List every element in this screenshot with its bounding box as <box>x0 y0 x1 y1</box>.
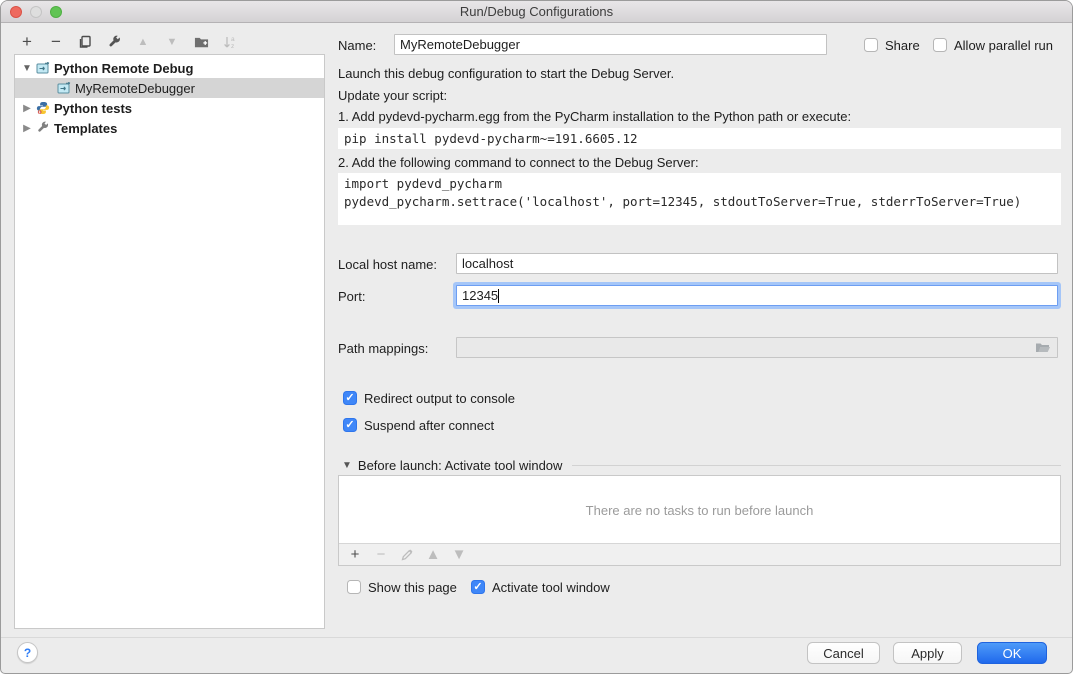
name-label: Name: <box>338 38 376 53</box>
pip-install-command: pip install pydevd-pycharm~=191.6605.12 <box>338 128 1061 149</box>
wrench-icon <box>36 121 50 135</box>
local-host-name-label: Local host name: <box>338 257 437 272</box>
checkbox-box[interactable] <box>864 38 878 52</box>
svg-text:z: z <box>231 43 234 50</box>
before-launch-header[interactable]: ▼ Before launch: Activate tool window <box>342 458 1061 473</box>
move-up-icon[interactable]: ▲ <box>425 547 441 563</box>
settrace-code-snippet: import pydevd_pycharm pydevd_pycharm.set… <box>338 173 1061 225</box>
before-launch-toolbar: + − ▲ ▼ <box>339 543 1060 565</box>
checkbox-box[interactable] <box>471 580 485 594</box>
suspend-after-connect-checkbox-label: Suspend after connect <box>364 418 494 433</box>
instruction-line-2: Update your script: <box>338 88 447 103</box>
move-down-icon[interactable]: ▼ <box>164 34 180 50</box>
copy-icon[interactable] <box>77 34 93 50</box>
instruction-line-1: Launch this debug configuration to start… <box>338 66 674 81</box>
tree-item-python-tests[interactable]: ▶ Python tests <box>15 98 324 118</box>
apply-button[interactable]: Apply <box>893 642 962 664</box>
redirect-output-checkbox-label: Redirect output to console <box>364 391 515 406</box>
configurations-toolbar: + − ▲ ▼ az <box>19 32 238 52</box>
new-folder-icon[interactable] <box>193 34 209 50</box>
path-mappings-input[interactable] <box>456 337 1058 358</box>
name-input[interactable] <box>394 34 827 55</box>
share-checkbox-label: Share <box>885 38 920 53</box>
tree-item-label: Templates <box>54 121 117 136</box>
show-this-page-checkbox-label: Show this page <box>368 580 457 595</box>
activate-tool-window-checkbox-label: Activate tool window <box>492 580 610 595</box>
chevron-expanded-icon[interactable]: ▼ <box>21 63 33 74</box>
ok-button[interactable]: OK <box>977 642 1047 664</box>
sort-alphabetically-icon[interactable]: az <box>222 34 238 50</box>
tree-item-myremotedebugger[interactable]: MyRemoteDebugger <box>15 78 324 98</box>
code-line-2: pydevd_pycharm.settrace('localhost', por… <box>344 194 1021 209</box>
tree-item-python-remote-debug[interactable]: ▼ Python Remote Debug <box>15 58 324 78</box>
move-up-icon[interactable]: ▲ <box>135 34 151 50</box>
python-icon <box>36 101 50 115</box>
question-mark-icon: ? <box>24 646 31 660</box>
allow-parallel-run-checkbox[interactable]: Allow parallel run <box>933 37 1053 53</box>
show-this-page-checkbox[interactable]: Show this page <box>347 579 457 595</box>
remote-debug-config-icon <box>36 61 50 75</box>
local-host-name-input[interactable] <box>456 253 1058 274</box>
browse-folder-icon[interactable] <box>1035 341 1051 358</box>
tree-item-label: Python Remote Debug <box>54 61 193 76</box>
port-input[interactable] <box>456 285 1058 306</box>
suspend-after-connect-checkbox[interactable]: Suspend after connect <box>343 417 494 433</box>
window-title: Run/Debug Configurations <box>1 4 1072 19</box>
activate-tool-window-checkbox[interactable]: Activate tool window <box>471 579 610 595</box>
add-icon[interactable]: + <box>19 34 35 50</box>
move-down-icon[interactable]: ▼ <box>451 547 467 563</box>
checkbox-box[interactable] <box>343 391 357 405</box>
chevron-collapsed-icon[interactable]: ▶ <box>21 103 33 114</box>
tree-item-label: MyRemoteDebugger <box>75 81 195 96</box>
cancel-button[interactable]: Cancel <box>807 642 880 664</box>
instruction-step-2: 2. Add the following command to connect … <box>338 155 699 170</box>
edit-icon[interactable] <box>399 547 415 563</box>
share-checkbox[interactable]: Share <box>864 37 920 53</box>
redirect-output-checkbox[interactable]: Redirect output to console <box>343 390 515 406</box>
remove-icon[interactable]: − <box>48 34 64 50</box>
help-button[interactable]: ? <box>17 642 38 663</box>
divider <box>572 465 1061 466</box>
before-launch-task-list: There are no tasks to run before launch … <box>338 475 1061 566</box>
code-line-1: import pydevd_pycharm <box>344 176 502 191</box>
tree-item-label: Python tests <box>54 101 132 116</box>
remote-debug-config-icon <box>57 81 71 95</box>
before-launch-title: Before launch: Activate tool window <box>358 458 563 473</box>
path-mappings-label: Path mappings: <box>338 341 428 356</box>
add-icon[interactable]: + <box>347 547 363 563</box>
checkbox-box[interactable] <box>347 580 361 594</box>
port-label: Port: <box>338 289 365 304</box>
chevron-expanded-icon[interactable]: ▼ <box>342 460 352 471</box>
edit-defaults-wrench-icon[interactable] <box>106 34 122 50</box>
text-cursor <box>498 289 499 303</box>
tree-item-templates[interactable]: ▶ Templates <box>15 118 324 138</box>
chevron-collapsed-icon[interactable]: ▶ <box>21 123 33 134</box>
instruction-step-1: 1. Add pydevd-pycharm.egg from the PyCha… <box>338 109 851 124</box>
remove-icon[interactable]: − <box>373 547 389 563</box>
checkbox-box[interactable] <box>933 38 947 52</box>
checkbox-box[interactable] <box>343 418 357 432</box>
allow-parallel-run-checkbox-label: Allow parallel run <box>954 38 1053 53</box>
run-debug-configurations-dialog: Run/Debug Configurations + − ▲ ▼ az ▼ Py… <box>0 0 1073 674</box>
titlebar[interactable]: Run/Debug Configurations <box>1 1 1072 23</box>
configurations-tree: ▼ Python Remote Debug MyRemoteDebugger ▶… <box>14 54 325 629</box>
svg-text:a: a <box>231 36 235 43</box>
footer-divider <box>1 637 1072 638</box>
before-launch-empty-text: There are no tasks to run before launch <box>339 476 1060 544</box>
